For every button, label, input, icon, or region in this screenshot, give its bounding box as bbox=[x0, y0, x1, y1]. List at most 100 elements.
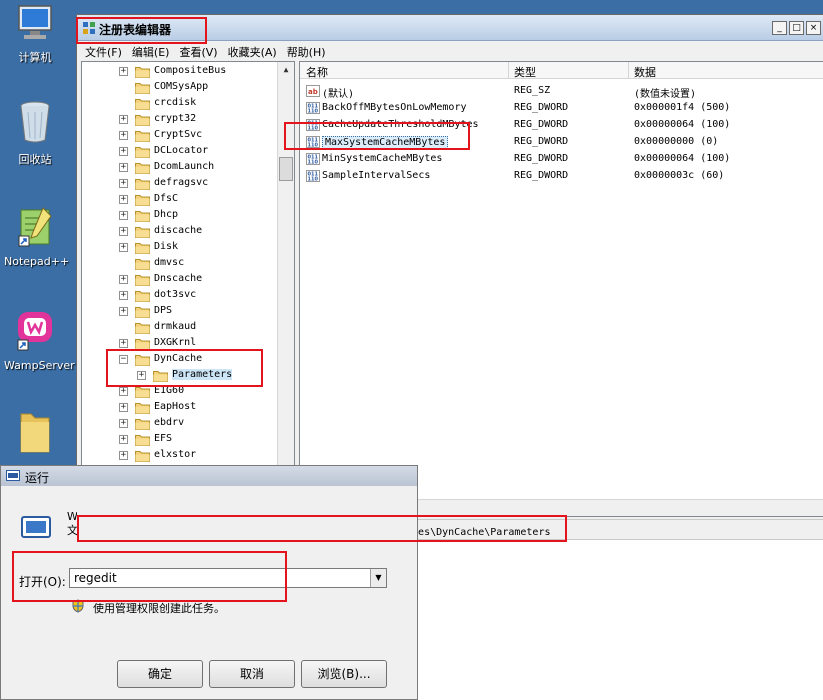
tree-expander-icon[interactable]: + bbox=[119, 419, 128, 428]
tree-expander-icon[interactable]: + bbox=[119, 131, 128, 140]
tree-expander-icon[interactable]: + bbox=[119, 243, 128, 252]
desktop-icon-wampserver[interactable]: WampServer bbox=[4, 310, 75, 372]
tree-item-label: EapHost bbox=[154, 401, 197, 412]
folder-icon bbox=[135, 419, 150, 430]
tree-item[interactable]: + EFS bbox=[82, 432, 282, 448]
tree-item[interactable]: + Disk bbox=[82, 240, 282, 256]
tree-expander-icon[interactable]: + bbox=[119, 179, 128, 188]
value-name: BackOffMBytesOnLowMemory bbox=[322, 102, 467, 113]
menu-edit[interactable]: 编辑(E) bbox=[130, 42, 176, 60]
notepad-plus-plus-icon bbox=[18, 207, 52, 247]
menu-favorites[interactable]: 收藏夹(A) bbox=[226, 42, 283, 60]
tree-expander-icon[interactable]: + bbox=[119, 67, 128, 76]
tree-expander-icon[interactable]: + bbox=[119, 307, 128, 316]
tree-item-label: DCLocator bbox=[154, 145, 209, 156]
ok-button[interactable]: 确定 bbox=[117, 660, 203, 688]
tree-item[interactable]: + defragsvc bbox=[82, 176, 282, 192]
tree-item[interactable]: COMSysApp bbox=[82, 80, 282, 96]
tree-expander-icon[interactable]: + bbox=[119, 163, 128, 172]
tree-expander-icon[interactable]: + bbox=[119, 435, 128, 444]
run-window-icon bbox=[21, 516, 51, 538]
run-icon bbox=[6, 470, 20, 481]
value-type: REG_DWORD bbox=[514, 136, 569, 147]
annotation-tree-key bbox=[106, 349, 263, 387]
tree-item[interactable]: + DcomLaunch bbox=[82, 160, 282, 176]
tree-item-label: EFS bbox=[154, 433, 173, 444]
tree-expander-icon[interactable]: + bbox=[119, 387, 128, 396]
admin-note: 使用管理权限创建此任务。 bbox=[93, 602, 225, 615]
tree-item[interactable]: drmkaud bbox=[82, 320, 282, 336]
run-title-bar[interactable]: 运行 bbox=[1, 466, 417, 486]
folder-icon bbox=[135, 275, 150, 286]
tree-item[interactable]: + DCLocator bbox=[82, 144, 282, 160]
tree-item[interactable]: + CompositeBus bbox=[82, 64, 282, 80]
tree-expander-icon[interactable]: + bbox=[119, 147, 128, 156]
folder-icon bbox=[135, 67, 150, 78]
tree-item-label: crcdisk bbox=[154, 97, 197, 108]
tree-item[interactable]: + Dhcp bbox=[82, 208, 282, 224]
tree-expander-icon[interactable]: + bbox=[119, 195, 128, 204]
svg-text:110: 110 bbox=[308, 160, 319, 166]
run-title: 运行 bbox=[25, 471, 50, 485]
value-row[interactable]: 011 110 BackOffMBytesOnLowMemory REG_DWORD 0… bbox=[300, 100, 823, 117]
tree-item[interactable]: + CryptSvc bbox=[82, 128, 282, 144]
maximize-button[interactable]: □ bbox=[789, 21, 804, 35]
column-header-name[interactable]: 名称 bbox=[306, 64, 328, 80]
tree-expander-icon[interactable]: + bbox=[119, 403, 128, 412]
value-type: REG_DWORD bbox=[514, 153, 569, 164]
tree-expander-icon[interactable]: + bbox=[119, 339, 128, 348]
dword-value-icon: 011110 bbox=[306, 102, 320, 114]
tree-item-label: DcomLaunch bbox=[154, 161, 215, 172]
folder-icon bbox=[135, 451, 150, 462]
annotation-value bbox=[284, 122, 470, 150]
folder-icon bbox=[135, 163, 150, 174]
svg-text:110: 110 bbox=[308, 109, 319, 115]
folder-icon bbox=[135, 323, 150, 334]
tree-expander-icon[interactable]: + bbox=[119, 451, 128, 460]
tree-item[interactable]: + dot3svc bbox=[82, 288, 282, 304]
registry-tree[interactable]: + CompositeBus COMSysApp crcdisk + crypt32 + Cr… bbox=[81, 61, 295, 517]
menu-file[interactable]: 文件(F) bbox=[83, 42, 128, 60]
tree-item[interactable]: + elxstor bbox=[82, 448, 282, 464]
minimize-button[interactable]: _ bbox=[772, 21, 787, 35]
value-data: 0x00000000 (0) bbox=[634, 136, 719, 147]
tree-item[interactable]: + ebdrv bbox=[82, 416, 282, 432]
tree-item[interactable]: dmvsc bbox=[82, 256, 282, 272]
tree-expander-icon[interactable]: + bbox=[119, 211, 128, 220]
menu-view[interactable]: 查看(V) bbox=[177, 42, 223, 60]
folder-icon bbox=[135, 195, 150, 206]
cancel-button[interactable]: 取消 bbox=[209, 660, 295, 688]
tree-item[interactable]: + EapHost bbox=[82, 400, 282, 416]
browse-button[interactable]: 浏览(B)... bbox=[301, 660, 387, 688]
value-row[interactable]: 011 110 SampleIntervalSecs REG_DWORD 0x00000… bbox=[300, 168, 823, 185]
value-row[interactable]: ab (默认) REG_SZ (数值未设置) bbox=[300, 83, 823, 100]
tree-item[interactable]: crcdisk bbox=[82, 96, 282, 112]
desktop-icon-folder[interactable] bbox=[4, 408, 66, 461]
tree-expander-icon[interactable]: + bbox=[119, 291, 128, 300]
desktop-icon-recycle-bin[interactable]: 回收站 bbox=[4, 100, 66, 167]
scroll-thumb[interactable] bbox=[279, 157, 293, 181]
column-header-data[interactable]: 数据 bbox=[634, 64, 656, 80]
menu-help[interactable]: 帮助(H) bbox=[285, 42, 332, 60]
tree-expander-icon[interactable]: + bbox=[119, 227, 128, 236]
tree-expander-icon[interactable]: + bbox=[119, 115, 128, 124]
desktop-icon-computer[interactable]: 计算机 bbox=[4, 4, 66, 65]
tree-item[interactable]: + Dnscache bbox=[82, 272, 282, 288]
tree-item[interactable]: + crypt32 bbox=[82, 112, 282, 128]
tree-item[interactable]: + DPS bbox=[82, 304, 282, 320]
tree-item[interactable]: + discache bbox=[82, 224, 282, 240]
value-type: REG_DWORD bbox=[514, 170, 569, 181]
value-row[interactable]: 011 110 MinSystemCacheMBytes REG_DWORD 0x000… bbox=[300, 151, 823, 168]
watermark-logo: Baidu 经验 bbox=[640, 646, 815, 681]
tree-item[interactable]: + DfsC bbox=[82, 192, 282, 208]
tree-expander-icon[interactable]: + bbox=[119, 275, 128, 284]
watermark: Baidu 经验 jingyan.baidu.com bbox=[640, 638, 815, 696]
folder-icon bbox=[135, 227, 150, 238]
folder-icon bbox=[135, 307, 150, 318]
close-button[interactable]: × bbox=[806, 21, 821, 35]
tree-item-label: dmvsc bbox=[154, 257, 185, 268]
desktop-icon-notepad-plus-plus[interactable]: Notepad++ bbox=[4, 206, 69, 268]
scroll-up-arrow-icon[interactable]: ▲ bbox=[278, 62, 294, 78]
chevron-down-icon[interactable]: ▼ bbox=[370, 569, 386, 587]
column-header-type[interactable]: 类型 bbox=[514, 64, 536, 80]
